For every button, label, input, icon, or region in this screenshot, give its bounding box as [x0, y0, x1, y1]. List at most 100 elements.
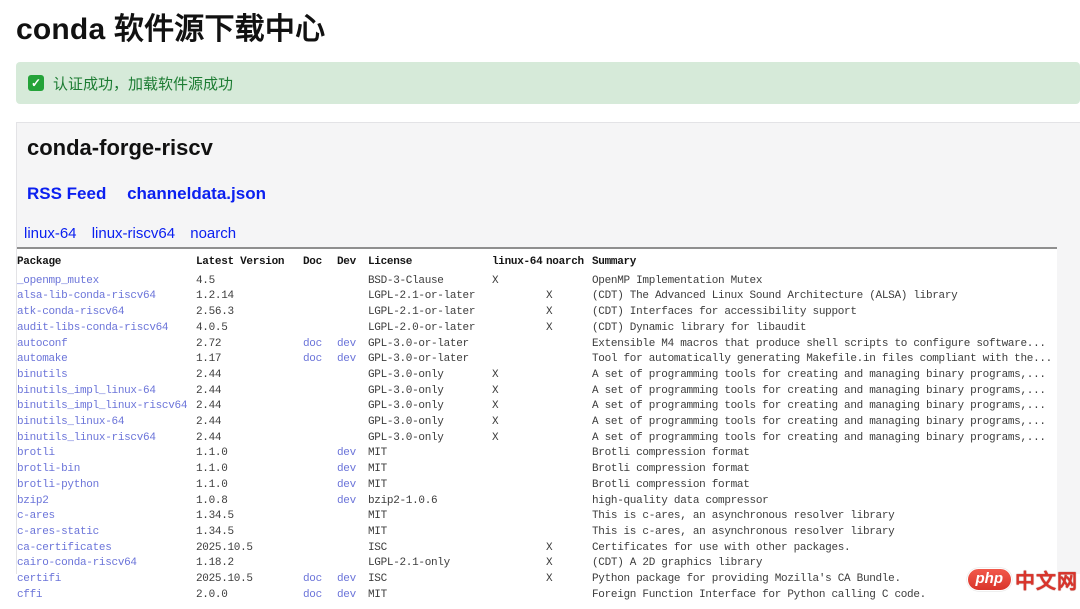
column-header-doc: Doc — [303, 249, 337, 274]
table-row: atk-conda-riscv642.56.3LGPL-2.1-or-later… — [17, 305, 1057, 321]
package-link[interactable]: binutils_linux-64 — [17, 416, 124, 428]
dev-link[interactable]: dev — [337, 353, 356, 365]
license-cell: GPL-3.0-or-later — [368, 352, 492, 368]
noarch-cell — [546, 337, 592, 353]
version-cell: 1.1.0 — [196, 462, 303, 478]
linux64-cell — [492, 305, 546, 321]
dev-cell — [337, 399, 368, 415]
doc-link[interactable]: doc — [303, 338, 322, 350]
package-link[interactable]: audit-libs-conda-riscv64 — [17, 322, 168, 334]
version-cell: 1.1.0 — [196, 446, 303, 462]
dev-link[interactable]: dev — [337, 338, 356, 350]
table-row: binutils_impl_linux-642.44GPL-3.0-onlyXA… — [17, 384, 1057, 400]
package-link[interactable]: c-ares — [17, 510, 55, 522]
dev-link[interactable]: dev — [337, 573, 356, 585]
dev-link[interactable]: dev — [337, 463, 356, 475]
table-row: binutils2.44GPL-3.0-onlyXA set of progra… — [17, 368, 1057, 384]
package-cell: binutils_linux-64 — [17, 415, 196, 431]
dev-cell: dev — [337, 462, 368, 478]
subdir-link-linux-64[interactable]: linux-64 — [24, 225, 77, 242]
dev-link[interactable]: dev — [337, 447, 356, 459]
package-link[interactable]: binutils_impl_linux-64 — [17, 385, 156, 397]
linux64-cell — [492, 352, 546, 368]
version-cell: 1.0.8 — [196, 494, 303, 510]
package-cell: binutils_impl_linux-64 — [17, 384, 196, 400]
package-cell: c-ares-static — [17, 525, 196, 541]
package-link[interactable]: binutils — [17, 369, 67, 381]
version-cell: 2.44 — [196, 415, 303, 431]
doc-cell: doc — [303, 337, 337, 353]
linux64-cell — [492, 337, 546, 353]
column-header-license: License — [368, 249, 492, 274]
package-link[interactable]: brotli-bin — [17, 463, 80, 475]
doc-cell — [303, 415, 337, 431]
package-link[interactable]: cairo-conda-riscv64 — [17, 557, 137, 569]
column-header-summary: Summary — [592, 249, 1057, 274]
license-cell: LGPL-2.1-or-later — [368, 305, 492, 321]
linux64-cell — [492, 588, 546, 604]
package-link[interactable]: autoconf — [17, 338, 67, 350]
subdir-link-linux-riscv64[interactable]: linux-riscv64 — [92, 225, 175, 242]
version-cell: 4.5 — [196, 274, 303, 290]
dev-link[interactable]: dev — [337, 589, 356, 601]
version-cell: 1.18.2 — [196, 556, 303, 572]
package-link[interactable]: cffi — [17, 589, 42, 601]
table-header-row: PackageLatest VersionDocDevLicenselinux-… — [17, 249, 1057, 274]
dev-link[interactable]: dev — [337, 479, 356, 491]
package-cell: bzip2 — [17, 494, 196, 510]
version-cell: 2.44 — [196, 384, 303, 400]
dev-cell: dev — [337, 352, 368, 368]
summary-cell: high-quality data compressor — [592, 494, 1057, 510]
summary-cell: Brotli compression format — [592, 478, 1057, 494]
license-cell: ISC — [368, 541, 492, 557]
doc-cell — [303, 494, 337, 510]
rss-feed-link[interactable]: RSS Feed — [27, 184, 106, 203]
doc-cell — [303, 525, 337, 541]
linux64-cell — [492, 478, 546, 494]
dev-link[interactable]: dev — [337, 495, 356, 507]
package-link[interactable]: ca-certificates — [17, 542, 112, 554]
package-link[interactable]: _openmp_mutex — [17, 275, 99, 287]
package-table: PackageLatest VersionDocDevLicenselinux-… — [17, 249, 1057, 603]
summary-cell: (CDT) Interfaces for accessibility suppo… — [592, 305, 1057, 321]
success-banner-text: 认证成功，加载软件源成功 — [53, 73, 233, 94]
column-header-version: Latest Version — [196, 249, 303, 274]
license-cell: MIT — [368, 525, 492, 541]
package-link[interactable]: brotli — [17, 447, 55, 459]
doc-link[interactable]: doc — [303, 573, 322, 585]
package-link[interactable]: automake — [17, 353, 67, 365]
package-link[interactable]: bzip2 — [17, 495, 49, 507]
channeldata-json-link[interactable]: channeldata.json — [127, 184, 266, 203]
license-cell: GPL-3.0-only — [368, 415, 492, 431]
watermark-text: 中文网 — [1015, 565, 1078, 594]
license-cell: LGPL-2.1-only — [368, 556, 492, 572]
doc-cell — [303, 509, 337, 525]
package-link[interactable]: certifi — [17, 573, 61, 585]
subdir-link-noarch[interactable]: noarch — [190, 225, 236, 242]
package-link[interactable]: binutils_impl_linux-riscv64 — [17, 400, 187, 412]
table-row: cairo-conda-riscv641.18.2LGPL-2.1-onlyX(… — [17, 556, 1057, 572]
noarch-cell — [546, 494, 592, 510]
version-cell: 1.34.5 — [196, 509, 303, 525]
package-link[interactable]: atk-conda-riscv64 — [17, 306, 124, 318]
version-cell: 2.72 — [196, 337, 303, 353]
table-row: c-ares1.34.5MITThis is c-ares, an asynch… — [17, 509, 1057, 525]
table-row: automake1.17docdevGPL-3.0-or-laterTool f… — [17, 352, 1057, 368]
noarch-cell — [546, 588, 592, 604]
noarch-cell: X — [546, 556, 592, 572]
linux64-cell: X — [492, 384, 546, 400]
noarch-cell — [546, 352, 592, 368]
package-link[interactable]: brotli-python — [17, 479, 99, 491]
linux64-cell: X — [492, 415, 546, 431]
doc-cell — [303, 368, 337, 384]
linux64-cell — [492, 321, 546, 337]
package-link[interactable]: alsa-lib-conda-riscv64 — [17, 290, 156, 302]
package-link[interactable]: c-ares-static — [17, 526, 99, 538]
summary-cell: Certificates for use with other packages… — [592, 541, 1057, 557]
package-cell: autoconf — [17, 337, 196, 353]
linux64-cell — [492, 289, 546, 305]
doc-link[interactable]: doc — [303, 589, 322, 601]
doc-link[interactable]: doc — [303, 353, 322, 365]
package-link[interactable]: binutils_linux-riscv64 — [17, 432, 156, 444]
table-row: binutils_linux-642.44GPL-3.0-onlyXA set … — [17, 415, 1057, 431]
